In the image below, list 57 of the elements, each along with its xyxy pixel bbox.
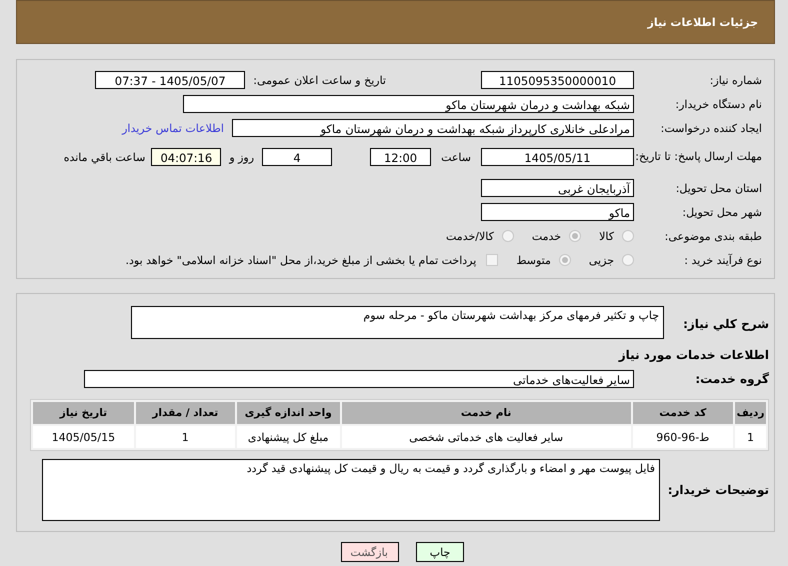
section-heading: اطلاعات خدمات مورد نیاز	[618, 348, 769, 362]
checkbox-label: پرداخت تمام یا بخشی از مبلغ خرید،از محل "اسناد خزانه اسلامی" خواهد بود.	[126, 254, 476, 266]
radio-button[interactable]	[622, 230, 634, 242]
column-header: واحد اندازه گیری	[236, 402, 340, 424]
radio-label: کالا	[599, 230, 614, 242]
deadline-date-field: 1405/05/11	[481, 148, 634, 166]
radio-button[interactable]	[502, 230, 514, 242]
field-label: طبقه بندی موضوعی:	[664, 230, 763, 242]
city-field: ماکو	[481, 203, 634, 221]
column-header: کد خدمت	[632, 402, 734, 424]
creator-field: مرادعلی خانلاری کارپرداز شبکه بهداشت و درمان شهرستان ماکو	[232, 119, 634, 137]
buyer-name-field: شبکه بهداشت و درمان شهرستان ماکو	[183, 95, 634, 113]
description-textarea[interactable]: چاپ و تکثیر فرمهای مرکز بهداشت شهرستان ماکو - مرحله سوم	[131, 306, 664, 339]
radio-label: متوسط	[516, 254, 551, 266]
remaining-time-field: 04:07:16	[151, 148, 222, 166]
checkbox[interactable]	[486, 254, 498, 266]
field-label: ساعت	[441, 150, 471, 164]
column-header: تاریخ نیاز	[33, 402, 134, 424]
field-label: استان محل تحویل:	[674, 182, 763, 194]
field-label: مهلت ارسال پاسخ: تا تاریخ:	[634, 150, 763, 164]
table-cell: 1	[136, 426, 235, 448]
radio-button[interactable]	[569, 230, 582, 242]
deadline-time-field: 12:00	[370, 148, 432, 166]
service-group-field: سایر فعالیت‌های خدماتی	[84, 370, 634, 388]
field-label: ساعت باقي مانده	[64, 150, 146, 164]
province-field: آذربایجان غربی	[481, 179, 634, 197]
radio-label: کالا/خدمت	[446, 230, 494, 242]
field-label: نوع فرآیند خرید :	[683, 254, 763, 266]
field-label: توضیحات خریدار:	[666, 483, 769, 497]
field-label: نام دستگاه خریدار:	[674, 98, 763, 110]
radio-button[interactable]	[622, 254, 634, 266]
print-button[interactable]: چاپ	[416, 542, 464, 562]
buyer-notes-textarea[interactable]: فایل پیوست مهر و امضاء و بارگذاری گردد و قیمت به ریال و قیمت کل پیشنهادی قید گردد	[42, 459, 660, 521]
buyer-contact-link[interactable]: اطلاعات تماس خریدار	[122, 122, 224, 134]
field-label: تاریخ و ساعت اعلان عمومی:	[253, 74, 386, 86]
table-cell: مبلغ کل پیشنهادی	[236, 426, 340, 448]
field-label: شرح کلي نیاز:	[682, 316, 769, 330]
field-label: شماره نیاز:	[708, 74, 763, 86]
table-cell: 1405/05/15	[33, 426, 134, 448]
field-label: شهر محل تحویل:	[681, 206, 763, 218]
radio-label: جزیی	[588, 254, 614, 266]
column-header: نام خدمت	[342, 402, 631, 424]
column-header: ردیف	[735, 402, 766, 424]
field-label: روز و	[229, 150, 254, 164]
radio-label: خدمت	[532, 230, 562, 242]
need-number-field: 1105095350000010	[481, 71, 634, 89]
field-label: گروه خدمت:	[694, 372, 769, 386]
announce-date-field: 1405/05/07 - 07:37	[95, 71, 246, 89]
table-cell: 1	[735, 426, 766, 448]
table-cell: ط-96-960	[632, 426, 734, 448]
page-title: جزئیات اطلاعات نیاز	[648, 16, 758, 28]
column-header: تعداد / مقدار	[136, 402, 235, 424]
field-label: ایجاد کننده درخواست:	[660, 122, 763, 134]
table-cell: سایر فعالیت های خدماتی شخصی	[342, 426, 631, 448]
days-field: 4	[262, 148, 332, 166]
back-button[interactable]: بازگشت	[341, 542, 399, 562]
radio-button[interactable]	[558, 254, 571, 266]
